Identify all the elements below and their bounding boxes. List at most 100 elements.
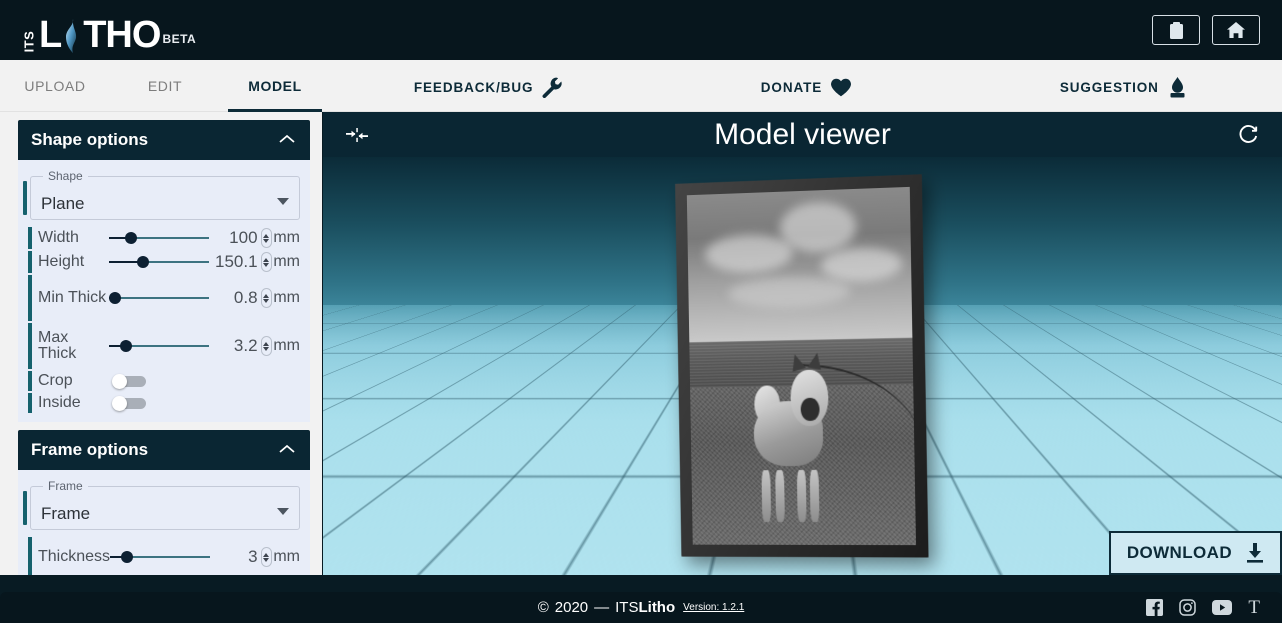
clipboard-icon — [1169, 21, 1184, 39]
frame-options-body: Frame Frame Thickness 3 mm — [18, 470, 310, 575]
collapse-horizontal-icon[interactable] — [345, 125, 369, 145]
viewer-toolbar: Model viewer — [323, 112, 1282, 157]
litho-dog — [749, 351, 841, 523]
litho-sand — [690, 383, 917, 546]
viewer-title: Model viewer — [714, 117, 891, 151]
download-icon — [1244, 542, 1266, 564]
thickness-unit: mm — [273, 548, 300, 565]
slider-knob[interactable] — [119, 340, 132, 352]
download-button[interactable]: DOWNLOAD — [1108, 531, 1282, 575]
slider-knob[interactable] — [121, 551, 133, 563]
nav-links: FEEDBACK/BUG DONATE SUGGESTION — [330, 60, 1282, 111]
logo-letter-l: L — [39, 14, 62, 56]
chevron-up-icon[interactable] — [278, 130, 296, 150]
tab-model[interactable]: MODEL — [220, 60, 330, 112]
app-root: ITS L THO BETA UPLOAD EDIT MODEL FEEDBAC… — [0, 0, 1282, 623]
frame-select-accent — [23, 491, 27, 525]
frame-options-panel: Frame options Frame Frame Thickness 3 mm — [18, 430, 310, 575]
min-thick-slider[interactable] — [108, 288, 209, 308]
shape-select[interactable]: Shape Plane — [23, 169, 300, 220]
thickness-slider[interactable] — [110, 547, 210, 567]
height-stepper[interactable] — [260, 252, 273, 272]
slider-knob[interactable] — [108, 292, 121, 304]
crop-toggle[interactable] — [112, 374, 146, 389]
chevron-down-icon[interactable] — [277, 508, 289, 515]
shape-options-header[interactable]: Shape options — [18, 120, 310, 160]
width-slider[interactable] — [108, 228, 209, 248]
width-value: 100 — [229, 228, 258, 247]
shape-options-body: Shape Plane Width 100 mm Height 150.1 mm… — [18, 160, 310, 422]
clipboard-button[interactable] — [1152, 15, 1200, 45]
footer-socials: T — [1146, 598, 1282, 617]
chevron-up-icon[interactable] — [278, 440, 296, 460]
tab-edit[interactable]: EDIT — [110, 60, 220, 112]
tab-upload[interactable]: UPLOAD — [0, 60, 110, 112]
litho-sea — [689, 337, 914, 388]
model-viewer[interactable]: Model viewer DOWNLOAD — [323, 112, 1282, 575]
feedback-bug-link[interactable]: FEEDBACK/BUG — [330, 73, 647, 98]
frame-select[interactable]: Frame Frame — [23, 479, 300, 530]
toggle-row-crop: Crop — [28, 370, 300, 392]
app-logo[interactable]: ITS L THO BETA — [0, 0, 196, 60]
height-unit: mm — [273, 253, 300, 270]
model-lithophane-image — [686, 186, 917, 546]
facebook-icon[interactable] — [1146, 599, 1164, 616]
row-accent-bar — [28, 227, 32, 249]
chevron-down-icon[interactable] — [277, 198, 289, 205]
row-accent-bar — [28, 275, 32, 321]
min-thick-label: Min Thick — [38, 288, 107, 306]
stamp-icon — [1168, 77, 1187, 98]
footer-version-link[interactable]: Version: 1.2.1 — [683, 602, 744, 613]
app-header: ITS L THO BETA — [0, 0, 1282, 60]
footer-dash: — — [594, 599, 610, 616]
youtube-icon[interactable] — [1212, 600, 1233, 615]
min-thick-value: 0.8 — [233, 288, 258, 307]
footer-brand: ITSLitho — [615, 599, 675, 616]
suggestion-link[interactable]: SUGGESTION — [965, 73, 1282, 98]
footer-year: 2020 — [554, 599, 589, 616]
viewer-scene[interactable] — [323, 157, 1282, 575]
slider-row-height: Height 150.1 mm — [28, 250, 300, 274]
row-accent-bar — [28, 393, 32, 413]
row-accent-bar — [28, 323, 32, 369]
home-icon — [1227, 22, 1245, 38]
footer-brand-bold: Litho — [638, 599, 676, 616]
feedback-bug-label: FEEDBACK/BUG — [413, 80, 534, 95]
tiktok-icon[interactable]: T — [1248, 598, 1260, 617]
shape-select-value: Plane — [41, 194, 85, 213]
refresh-icon[interactable] — [1237, 123, 1260, 146]
max-thick-label: Max Thick — [38, 328, 77, 362]
logo-letters-tho: THO — [83, 14, 161, 56]
home-button[interactable] — [1212, 15, 1260, 45]
logo-wordmark: L THO BETA — [39, 16, 196, 54]
inside-label: Inside — [38, 393, 81, 411]
suggestion-label: SUGGESTION — [1059, 80, 1159, 95]
slider-row-thickness: Thickness 3 mm — [28, 536, 300, 575]
tab-model-label: MODEL — [248, 78, 302, 94]
frame-options-header[interactable]: Frame options — [18, 430, 310, 470]
width-label: Width — [38, 228, 79, 246]
frame-select-value: Frame — [41, 504, 91, 523]
thickness-stepper[interactable] — [260, 547, 273, 567]
inside-toggle[interactable] — [112, 396, 146, 411]
logo-beta-badge: BETA — [162, 32, 197, 46]
options-sidebar[interactable]: Shape options Shape Plane Width 100 mm H… — [0, 112, 322, 575]
slider-row-width: Width 100 mm — [28, 226, 300, 250]
crop-label: Crop — [38, 371, 73, 389]
tab-edit-label: EDIT — [147, 78, 183, 94]
lithophane-model[interactable] — [675, 174, 929, 558]
max-thick-stepper[interactable] — [260, 336, 273, 356]
height-slider[interactable] — [108, 252, 209, 272]
litho-sky — [686, 186, 913, 342]
main-navbar: UPLOAD EDIT MODEL FEEDBACK/BUG DONATE SU… — [0, 60, 1282, 112]
width-stepper[interactable] — [260, 228, 273, 248]
logo-its-text: ITS — [21, 30, 37, 53]
slider-knob[interactable] — [136, 256, 149, 268]
shape-select-accent — [23, 181, 27, 215]
max-thick-slider[interactable] — [108, 336, 209, 356]
footer-copyright: © 2020 — ITSLitho Version: 1.2.1 — [0, 599, 1282, 616]
min-thick-stepper[interactable] — [260, 288, 273, 308]
instagram-icon[interactable] — [1179, 599, 1197, 616]
donate-link[interactable]: DONATE — [647, 74, 964, 97]
slider-knob[interactable] — [124, 232, 137, 244]
